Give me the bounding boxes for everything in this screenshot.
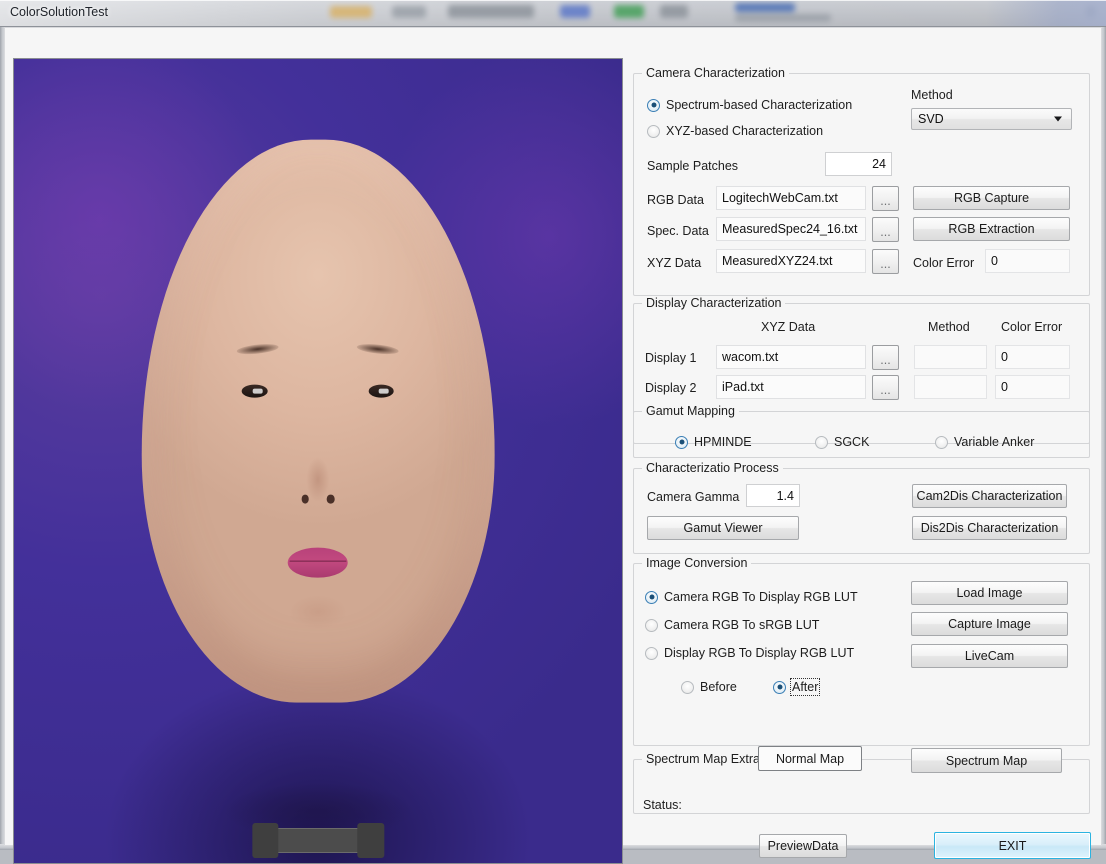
camera-gamma-input[interactable] bbox=[746, 484, 800, 507]
radio-dot-icon bbox=[645, 590, 658, 604]
xyz-data-input[interactable] bbox=[716, 249, 866, 273]
application-window: ColorSolutionTest Camera Characterizatio… bbox=[0, 0, 1106, 864]
capture-image-button[interactable]: Capture Image bbox=[911, 612, 1068, 636]
display-2-browse-button[interactable]: ... bbox=[872, 375, 899, 400]
gamut-mapping-group: Gamut Mapping bbox=[633, 404, 1090, 458]
client-area: Camera Characterization Spectrum-based C… bbox=[4, 27, 1102, 864]
radio-label: Before bbox=[700, 680, 737, 694]
gamut-mapping-legend: Gamut Mapping bbox=[646, 404, 735, 418]
radio-variable-anker[interactable]: Variable Anker bbox=[935, 435, 1034, 449]
portrait-photo bbox=[14, 59, 622, 863]
display-method-column-header: Method bbox=[928, 320, 970, 334]
sample-patches-label: Sample Patches bbox=[647, 159, 739, 173]
xyz-data-label: XYZ Data bbox=[647, 256, 702, 270]
radio-label: HPMINDE bbox=[694, 435, 752, 449]
load-image-button[interactable]: Load Image bbox=[911, 581, 1068, 605]
spec-data-browse-button[interactable]: ... bbox=[872, 217, 899, 242]
rgb-capture-button[interactable]: RGB Capture bbox=[913, 186, 1070, 210]
lip-line bbox=[289, 560, 347, 562]
chevron-down-icon bbox=[1054, 116, 1062, 122]
cam2dis-characterization-button[interactable]: Cam2Dis Characterization bbox=[912, 484, 1067, 508]
radio-dot-icon bbox=[675, 435, 688, 449]
radio-camera-to-display-lut[interactable]: Camera RGB To Display RGB LUT bbox=[645, 590, 858, 604]
radio-dot-icon bbox=[647, 98, 660, 112]
spec-data-label: Spec. Data bbox=[647, 224, 709, 238]
title-bar: ColorSolutionTest bbox=[0, 0, 1106, 27]
radio-before[interactable]: Before bbox=[681, 680, 737, 694]
display-2-file-input[interactable] bbox=[716, 375, 866, 399]
radio-dot-icon bbox=[645, 618, 658, 632]
camera-gamma-label: Camera Gamma bbox=[647, 490, 740, 504]
preview-data-button[interactable]: PreviewData bbox=[759, 834, 847, 858]
rgb-extraction-button[interactable]: RGB Extraction bbox=[913, 217, 1070, 241]
image-preview-panel[interactable] bbox=[13, 58, 623, 864]
display-1-error-value bbox=[995, 345, 1070, 369]
radio-xyz-based[interactable]: XYZ-based Characterization bbox=[647, 124, 823, 138]
display-1-method-input[interactable] bbox=[914, 345, 987, 369]
dis2dis-characterization-button[interactable]: Dis2Dis Characterization bbox=[912, 516, 1067, 540]
radio-label: Display RGB To Display RGB LUT bbox=[664, 646, 855, 660]
radio-camera-to-srgb-lut[interactable]: Camera RGB To sRGB LUT bbox=[645, 618, 819, 632]
radio-dot-icon bbox=[645, 646, 658, 660]
camera-color-error-value bbox=[985, 249, 1070, 273]
display-1-label: Display 1 bbox=[645, 351, 697, 365]
rgb-data-browse-button[interactable]: ... bbox=[872, 186, 899, 211]
normal-map-button[interactable]: Normal Map bbox=[758, 746, 862, 771]
display-xyz-column-header: XYZ Data bbox=[761, 320, 816, 334]
eyebrow-left bbox=[236, 342, 280, 356]
exit-button[interactable]: EXIT bbox=[934, 832, 1091, 859]
radio-dot-icon bbox=[815, 435, 828, 449]
eye-right bbox=[368, 384, 394, 398]
image-conversion-legend: Image Conversion bbox=[646, 556, 748, 570]
camera-color-error-label: Color Error bbox=[913, 256, 975, 270]
nostril-right bbox=[326, 495, 335, 504]
display-characterization-legend: Display Characterization bbox=[646, 296, 782, 310]
radio-dot-icon bbox=[647, 124, 660, 138]
radio-label: Camera RGB To sRGB LUT bbox=[664, 618, 820, 632]
livecam-button[interactable]: LiveCam bbox=[911, 644, 1068, 668]
method-select[interactable]: SVD bbox=[911, 108, 1072, 130]
eyebrow-right bbox=[356, 342, 400, 356]
radio-dot-icon bbox=[935, 435, 948, 449]
radio-label: XYZ-based Characterization bbox=[666, 124, 824, 138]
radio-label: SGCK bbox=[834, 435, 870, 449]
rgb-data-input[interactable] bbox=[716, 186, 866, 210]
display-1-browse-button[interactable]: ... bbox=[872, 345, 899, 370]
radio-label: After bbox=[789, 678, 821, 696]
spectrum-map-button[interactable]: Spectrum Map bbox=[911, 748, 1062, 773]
radio-spectrum-based[interactable]: Spectrum-based Characterization bbox=[647, 98, 852, 112]
radio-sgck[interactable]: SGCK bbox=[815, 435, 869, 449]
sample-patches-input[interactable] bbox=[825, 152, 892, 176]
display-2-method-input[interactable] bbox=[914, 375, 987, 399]
radio-hpminde[interactable]: HPMINDE bbox=[675, 435, 752, 449]
status-label: Status: bbox=[643, 798, 682, 812]
method-label: Method bbox=[911, 88, 953, 102]
chin bbox=[279, 589, 357, 635]
radio-label: Camera RGB To Display RGB LUT bbox=[664, 590, 858, 604]
radio-after[interactable]: After bbox=[773, 678, 821, 696]
xyz-data-browse-button[interactable]: ... bbox=[872, 249, 899, 274]
radio-label: Variable Anker bbox=[954, 435, 1035, 449]
radio-label: Spectrum-based Characterization bbox=[666, 98, 853, 112]
display-2-error-value bbox=[995, 375, 1070, 399]
titlebar-top-edge bbox=[0, 0, 1106, 1]
lips bbox=[288, 547, 348, 578]
radio-dot-icon bbox=[681, 680, 694, 694]
characterization-process-legend: Characterizatio Process bbox=[646, 461, 779, 475]
rgb-data-label: RGB Data bbox=[647, 193, 704, 207]
radio-dot-icon bbox=[773, 680, 786, 694]
titlebar-background-blur bbox=[0, 0, 1106, 27]
display-1-file-input[interactable] bbox=[716, 345, 866, 369]
camera-characterization-legend: Camera Characterization bbox=[646, 66, 785, 80]
window-title: ColorSolutionTest bbox=[10, 5, 108, 19]
gamut-viewer-button[interactable]: Gamut Viewer bbox=[647, 516, 799, 540]
display-2-label: Display 2 bbox=[645, 381, 697, 395]
spec-data-input[interactable] bbox=[716, 217, 866, 241]
titlebar-right-tint bbox=[986, 0, 1106, 27]
eye-left bbox=[242, 384, 268, 398]
method-selected-value: SVD bbox=[918, 112, 944, 126]
radio-display-to-display-lut[interactable]: Display RGB To Display RGB LUT bbox=[645, 646, 854, 660]
display-error-column-header: Color Error bbox=[1001, 320, 1063, 334]
